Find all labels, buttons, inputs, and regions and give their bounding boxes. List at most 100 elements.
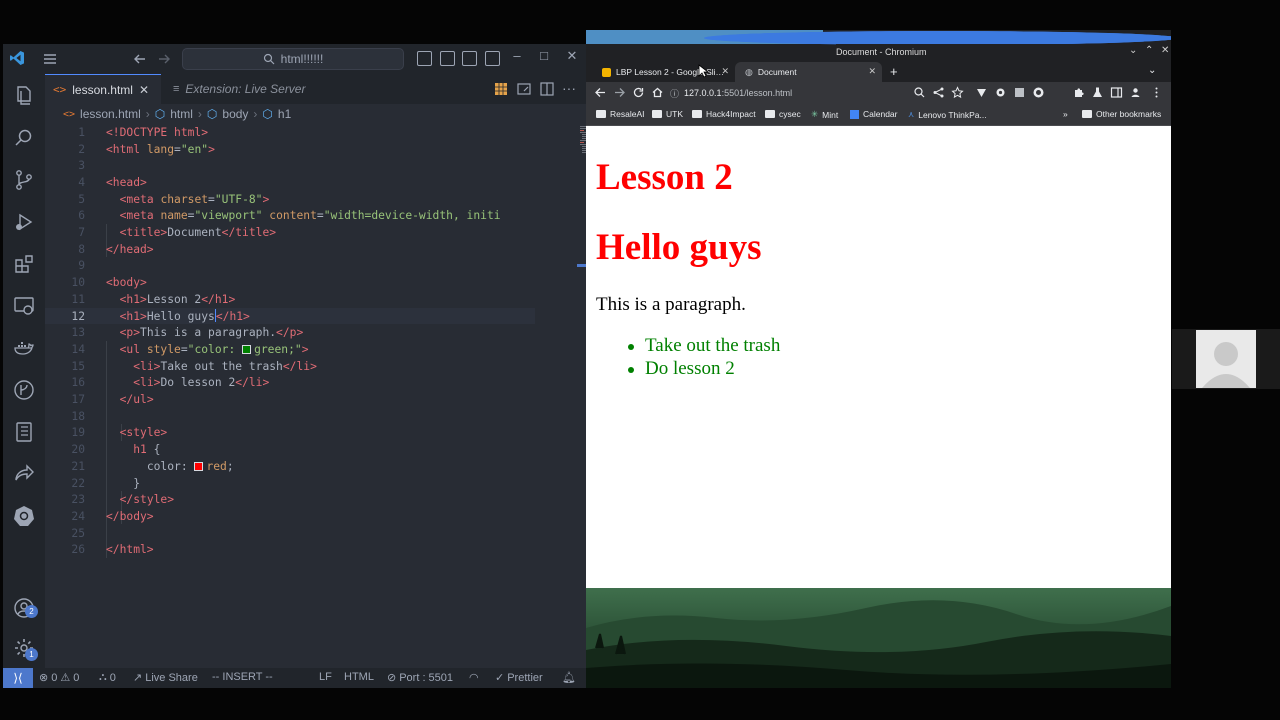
browser-tab-google-slides[interactable]: LBP Lesson 2 - Google Sli… ✕ [592, 62, 735, 82]
color-swatch-green[interactable] [242, 344, 252, 354]
live-share-status[interactable]: ↗ Live Share [133, 671, 198, 685]
reload-icon[interactable] [632, 86, 645, 99]
bookmark-calendar[interactable]: Calendar [850, 109, 898, 119]
url-path: :5501/lesson.html [721, 88, 793, 98]
notifications-bell-icon[interactable]: 🔔︎ [562, 671, 576, 684]
tab-search-icon[interactable]: ⌄ [1148, 65, 1156, 76]
more-actions-icon[interactable]: ··· [562, 80, 576, 96]
split-editor-icon[interactable] [540, 82, 554, 96]
bookmark-label: UTK [666, 109, 683, 119]
problems-indicator[interactable]: ⊗ 0 ⚠ 0 [39, 671, 79, 685]
tray-icon[interactable] [704, 31, 1171, 45]
maximize-icon[interactable]: □ [534, 48, 554, 63]
kebab-menu-icon[interactable] [1150, 86, 1163, 99]
bookmark-cysec[interactable]: cysec [765, 109, 801, 119]
code-line: 13 <p>This is a paragraph.</p> [71, 326, 304, 340]
breadcrumb-file[interactable]: lesson.html [80, 107, 141, 121]
toggle-panel-icon[interactable] [440, 51, 455, 66]
toggle-sidebar-icon[interactable] [417, 51, 432, 66]
notebook-icon[interactable] [12, 420, 36, 444]
live-share-icon[interactable] [12, 462, 36, 486]
bookmark-label: Mint [822, 109, 839, 120]
chevron-down-icon[interactable]: ⌄ [1129, 45, 1137, 56]
code-line: 1 <!DOCTYPE html> [78, 125, 209, 139]
close-icon[interactable]: ✕ [139, 83, 149, 97]
chromium-titlebar: Document - Chromium ⌄ ⌃ ✕ [836, 44, 1171, 60]
bookmark-resaleai[interactable]: ResaleAI [596, 109, 645, 119]
bookmark-lenovo[interactable]: ⋏ Lenovo ThinkPa... [908, 109, 987, 120]
customize-layout-icon[interactable] [485, 51, 500, 66]
bookmarks-overflow[interactable]: » [1063, 109, 1068, 119]
command-center-search[interactable]: html!!!!!! [182, 48, 404, 70]
tab-lesson-html[interactable]: <> lesson.html ✕ [45, 74, 161, 104]
prettier-status[interactable]: ✓ Prettier [495, 671, 543, 685]
code-editor[interactable]: 1 <!DOCTYPE html> 2 <html lang="en"> 3 4 <h… [45, 124, 586, 668]
kubernetes-icon[interactable] [12, 504, 36, 528]
bookmark-mint[interactable]: ✳ Mint [811, 109, 838, 120]
breadcrumb-html[interactable]: html [170, 107, 193, 121]
language-mode[interactable]: HTML [344, 671, 374, 683]
remote-explorer-icon[interactable] [12, 294, 36, 318]
address-bar[interactable]: ⓘ 127.0.0.1:5501/lesson.html [670, 84, 935, 102]
git-graph-icon[interactable] [12, 378, 36, 402]
eol-indicator[interactable]: LF [319, 671, 332, 683]
chevron-right-icon: › [145, 107, 150, 121]
zoom-icon[interactable] [913, 86, 926, 99]
docker-icon[interactable] [12, 336, 36, 360]
extensions-puzzle-icon[interactable] [1072, 86, 1085, 99]
breadcrumb-body[interactable]: body [222, 107, 248, 121]
bookmark-star-icon[interactable] [951, 86, 964, 99]
remote-indicator-icon[interactable]: ⟩⟨ [3, 668, 33, 688]
live-server-port[interactable]: ⊘ Port : 5501 [387, 671, 453, 685]
minimize-icon[interactable]: – [507, 48, 527, 63]
bookmark-utk[interactable]: UTK [652, 109, 683, 119]
side-panel-icon[interactable] [1110, 86, 1123, 99]
chevron-up-icon[interactable]: ⌃ [1145, 45, 1153, 56]
bookmark-hack4impact[interactable]: Hack4Impact [692, 109, 756, 119]
extension-vpn-icon[interactable] [975, 86, 988, 99]
extension-circle-icon[interactable] [1032, 86, 1045, 99]
list-item: Take out the trash [626, 335, 780, 358]
back-arrow-icon[interactable] [131, 50, 149, 68]
forward-arrow-icon[interactable] [613, 86, 626, 99]
close-tab-icon[interactable]: ✕ [721, 66, 729, 77]
extensions-icon[interactable] [12, 252, 36, 276]
search-icon [263, 53, 275, 65]
extension-icon: ≡ [173, 83, 180, 95]
hamburger-menu-icon[interactable] [41, 50, 59, 68]
ports-indicator[interactable]: ⛬ 0 [99, 671, 116, 684]
loading-spinner-icon: ◠ [469, 672, 479, 684]
search-icon[interactable] [12, 126, 36, 150]
breadcrumb-h1[interactable]: h1 [278, 107, 291, 121]
profile-icon[interactable] [1129, 86, 1142, 99]
open-preview-icon[interactable] [517, 82, 531, 96]
code-line: 4 <head> [78, 175, 147, 189]
share-icon[interactable] [932, 86, 945, 99]
close-window-icon[interactable]: ✕ [562, 48, 582, 64]
code-line: 10 <body> [71, 276, 147, 290]
breadcrumb: <> lesson.html › ⬡ html › ⬡ body › ⬡ h1 [45, 104, 586, 124]
other-bookmarks[interactable]: Other bookmarks [1082, 109, 1161, 119]
bookmark-label: Hack4Impact [706, 109, 756, 119]
list-item: Do lesson 2 [626, 358, 780, 381]
back-arrow-icon[interactable] [594, 86, 607, 99]
minimap[interactable] [577, 124, 586, 164]
source-control-icon[interactable] [12, 168, 36, 192]
close-tab-icon[interactable]: ✕ [868, 66, 876, 77]
new-tab-button[interactable]: + [890, 64, 898, 79]
toggle-secondary-sidebar-icon[interactable] [462, 51, 477, 66]
extension-box-icon[interactable] [1013, 86, 1026, 99]
browser-tab-document[interactable]: ◍ Document ✕ [735, 62, 882, 82]
color-swatch-red[interactable] [194, 461, 204, 471]
tab-extension-live-server[interactable]: ≡ Extension: Live Server [165, 74, 315, 104]
live-share-icon: ↗ [133, 672, 143, 684]
close-window-icon[interactable]: ✕ [1161, 45, 1169, 56]
forward-arrow-icon[interactable] [155, 50, 173, 68]
extension-flask-icon[interactable] [1091, 86, 1104, 99]
run-debug-icon[interactable] [12, 210, 36, 234]
extension-gear-icon[interactable] [994, 86, 1007, 99]
preview-icon[interactable] [494, 82, 508, 96]
code-line: 9 [78, 259, 85, 273]
home-icon[interactable] [651, 86, 664, 99]
explorer-icon[interactable] [12, 84, 36, 108]
